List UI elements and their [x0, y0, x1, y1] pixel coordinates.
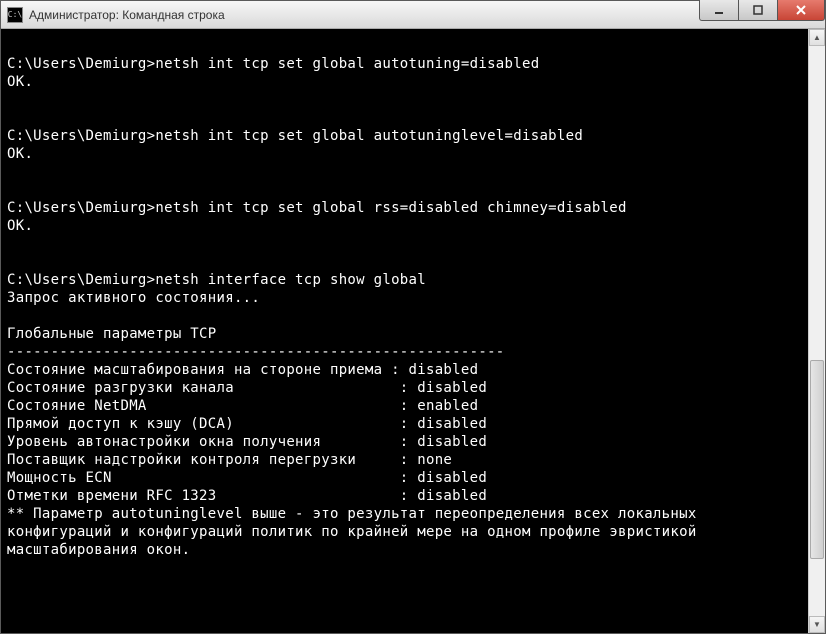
scroll-track[interactable] [809, 46, 825, 616]
minimize-button[interactable] [699, 0, 739, 21]
scroll-up-button[interactable]: ▲ [809, 29, 825, 46]
maximize-button[interactable] [738, 0, 778, 21]
app-icon: C:\ [7, 7, 23, 23]
scrollbar[interactable]: ▲ ▼ [808, 29, 825, 633]
terminal-output[interactable]: C:\Users\Demiurg>netsh int tcp set globa… [1, 29, 808, 633]
terminal-area: C:\Users\Demiurg>netsh int tcp set globa… [1, 29, 825, 633]
titlebar[interactable]: C:\ Администратор: Командная строка [1, 1, 825, 29]
window-title: Администратор: Командная строка [29, 8, 225, 22]
scroll-thumb[interactable] [810, 360, 824, 560]
window-controls [700, 0, 825, 21]
close-button[interactable] [777, 0, 825, 21]
scroll-down-button[interactable]: ▼ [809, 616, 825, 633]
console-window: C:\ Администратор: Командная строка C:\U… [0, 0, 826, 634]
